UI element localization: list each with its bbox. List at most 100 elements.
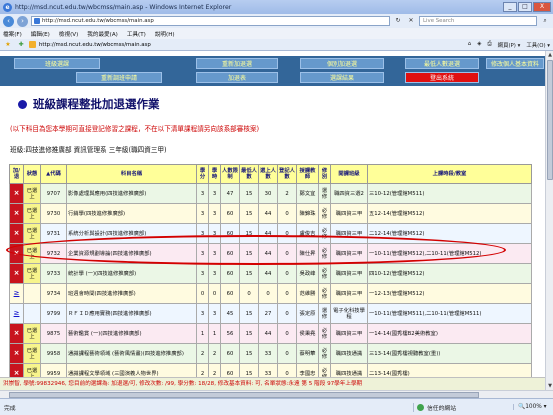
nav-min-drop[interactable]: 最低人數退選 (405, 58, 479, 69)
add-course-link[interactable]: ≥ (14, 309, 20, 317)
menu-help[interactable]: 說明(H) (155, 30, 175, 38)
address-input[interactable]: http://msd.ncut.edu.tw/wbcmss/main.asp (31, 16, 390, 26)
zoom-control[interactable]: 🔍100% ▾ (513, 404, 553, 410)
home-icon[interactable]: ⌂ (468, 41, 471, 49)
row-course-code: 9734 (40, 283, 67, 304)
nav-reclass-request[interactable]: 重新調班申請 (76, 72, 162, 83)
vertical-scrollbar[interactable]: ▲ ▼ (545, 51, 553, 390)
security-zone[interactable]: 信任的網站 (413, 402, 513, 412)
search-icon[interactable]: ⌕ (540, 16, 550, 26)
search-input[interactable]: Live Search (419, 16, 537, 26)
print-icon[interactable]: ⎙ (487, 41, 491, 49)
row-course-name: 藝術鑑賞 (一)(四技進修推廣部) (66, 323, 197, 344)
table-row: × 已選上 9707 影像處理與應用(四技進修推廣部) 3 3 47 15 30 2 鄭文宜 選修 職四… (9, 183, 532, 204)
page-menu[interactable]: 網頁(P) ▾ (498, 41, 521, 49)
forward-icon[interactable]: › (17, 15, 28, 27)
drop-course-button[interactable]: × (10, 184, 23, 203)
row-course-code: 9958 (40, 343, 67, 364)
horizontal-scrollbar[interactable] (0, 390, 553, 398)
feeds-icon[interactable]: ◈ (477, 41, 481, 49)
row-status: 已選上 (23, 223, 41, 244)
nav-addrop-form[interactable]: 加退表 (196, 72, 278, 83)
scroll-down-icon[interactable]: ▼ (546, 382, 553, 390)
row-credit: 3 (196, 183, 209, 204)
row-course-code: 9731 (40, 223, 67, 244)
col-credit[interactable]: 學分 (196, 164, 209, 184)
row-limit: 60 (220, 223, 240, 244)
refresh-icon[interactable]: ↻ (393, 16, 403, 26)
drop-course-button[interactable]: × (10, 244, 23, 263)
row-time-room: 一10-11(管理館M511),二10-11(管理館M511) (367, 303, 532, 324)
row-course-type: 必修 (318, 223, 331, 244)
row-course-name: ＲＦＩＤ應用實務(四技進修推廣部) (66, 303, 197, 324)
row-course-type: 選修 (318, 303, 331, 324)
col-name[interactable]: 科目名稱 (66, 164, 197, 184)
col-type[interactable]: 修別 (318, 164, 331, 184)
row-action-cell: × (9, 323, 24, 344)
row-course-name: 影像處理與應用(四技進修推廣部) (66, 183, 197, 204)
row-action-cell: × (9, 343, 24, 364)
row-offering-class: 職四資三甲 (330, 283, 368, 304)
row-hours: 3 (208, 303, 221, 324)
col-class[interactable]: 開課班級 (330, 164, 368, 184)
tab-page-icon (29, 41, 36, 48)
drop-course-button[interactable]: × (10, 204, 23, 223)
table-row: × 已選上 9730 行銷學(四技進修推廣部) 3 3 60 15 44 0 陳錦珠 必修 職四資三甲五… (9, 203, 532, 224)
close-button[interactable]: X (533, 2, 551, 12)
back-icon[interactable]: ‹ (3, 15, 14, 27)
nav-redo-addrop[interactable]: 重新加退選 (196, 58, 278, 69)
col-time[interactable]: 上課時段/教室 (367, 164, 532, 184)
row-credit: 0 (196, 283, 209, 304)
command-bar: ★ ✚ http://msd.ncut.edu.tw/wbcmss/main.a… (0, 39, 553, 51)
row-credit: 3 (196, 203, 209, 224)
col-action[interactable]: 加/退 (9, 164, 24, 184)
tools-menu[interactable]: 工具(O) ▾ (526, 41, 550, 49)
favorites-star-icon[interactable]: ★ (3, 40, 13, 50)
col-min[interactable]: 最低人數 (239, 164, 259, 184)
nav-individual-addrop[interactable]: 個別加退選 (300, 58, 384, 69)
row-course-type: 必修 (318, 323, 331, 344)
row-credit: 3 (196, 223, 209, 244)
row-course-type: 必修 (318, 203, 331, 224)
col-status[interactable]: 狀態 (23, 164, 41, 184)
row-credit: 3 (196, 303, 209, 324)
row-min-count: 15 (239, 343, 259, 364)
bullet-icon (18, 99, 27, 109)
col-hours[interactable]: 學時 (208, 164, 221, 184)
col-selected[interactable]: 選上人數 (258, 164, 278, 184)
current-tab[interactable]: http://msd.ncut.edu.tw/wbcmss/main.asp (29, 41, 465, 48)
add-favorite-icon[interactable]: ✚ (16, 40, 26, 50)
col-limit[interactable]: 人數限制 (220, 164, 240, 184)
nav-logout[interactable]: 登出系統 (405, 72, 479, 83)
course-table: 加/退 狀態 ▲代碼 科目名稱 學分 學時 人數限制 最低人數 選上人數 登記人… (9, 164, 532, 384)
drop-course-button[interactable]: × (10, 224, 23, 243)
drop-course-button[interactable]: × (10, 344, 23, 363)
row-action-cell: × (9, 223, 24, 244)
menu-favorites[interactable]: 我的最愛(A) (87, 30, 118, 38)
scroll-up-icon[interactable]: ▲ (546, 51, 553, 59)
row-course-name: 班週會時間(四技進修推廣部) (66, 283, 197, 304)
scroll-thumb[interactable] (547, 60, 553, 180)
row-course-code: 9732 (40, 243, 67, 264)
drop-course-button[interactable]: × (10, 264, 23, 283)
menu-file[interactable]: 檔案(F) (3, 30, 22, 38)
row-time-room: 一14-14(國秀樓B2美術教室) (367, 323, 532, 344)
add-course-link[interactable]: ≥ (14, 289, 20, 297)
row-teacher: 盧俊吉 (296, 223, 319, 244)
maximize-button[interactable]: □ (518, 2, 532, 12)
nav-edit-profile[interactable]: 修改個人基本資料 (486, 58, 544, 69)
menu-tools[interactable]: 工具(T) (127, 30, 146, 38)
col-code[interactable]: ▲代碼 (40, 164, 67, 184)
row-limit: 56 (220, 323, 240, 344)
menu-view[interactable]: 檢視(V) (59, 30, 78, 38)
minimize-button[interactable]: _ (503, 2, 517, 12)
nav-result[interactable]: 選課結果 (300, 72, 384, 83)
menu-edit[interactable]: 編輯(E) (31, 30, 50, 38)
col-registered[interactable]: 登記人數 (277, 164, 297, 184)
stop-icon[interactable]: ✕ (406, 16, 416, 26)
table-row: × 已選上 9875 藝術鑑賞 (一)(四技進修推廣部) 1 1 56 15 44 0 侯秉堯 必修職… (9, 323, 532, 344)
drop-course-button[interactable]: × (10, 324, 23, 343)
row-hours: 0 (208, 283, 221, 304)
nav-class-select[interactable]: 班級選課 (14, 58, 100, 69)
col-teacher[interactable]: 授課教師 (296, 164, 319, 184)
